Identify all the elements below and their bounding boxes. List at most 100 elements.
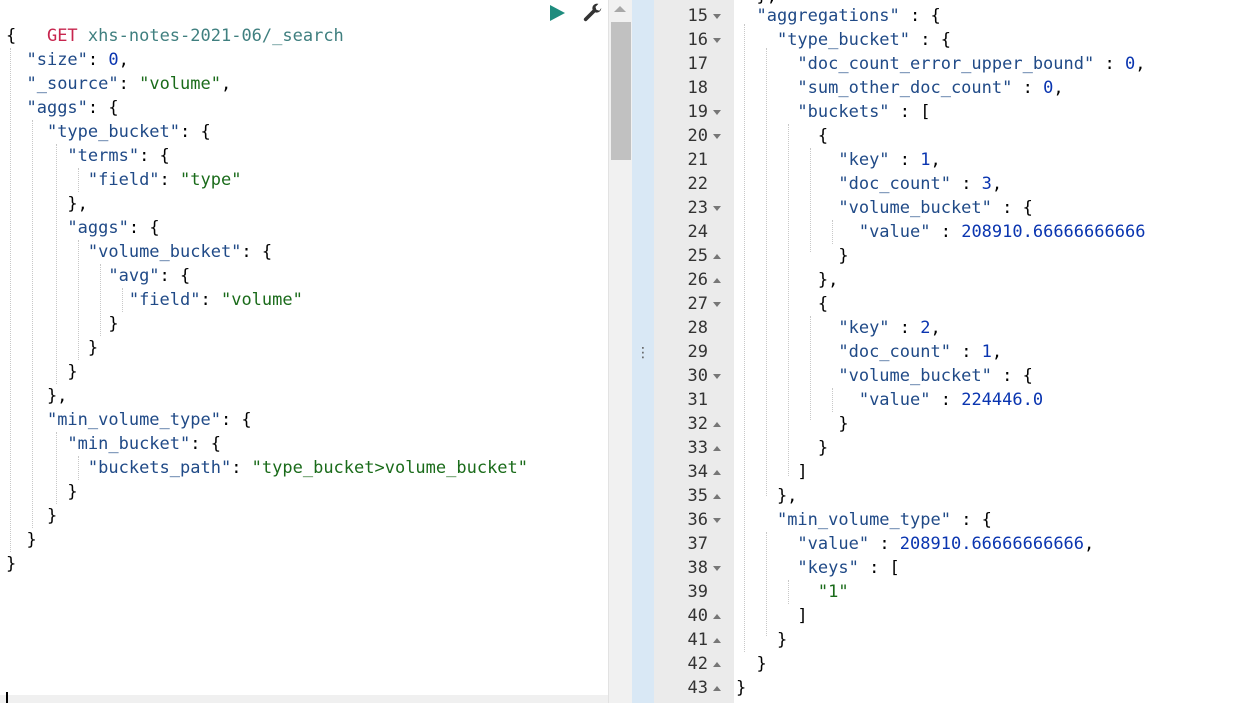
line-number: 18 xyxy=(687,78,708,98)
request-body-line[interactable]: "terms": { xyxy=(6,144,169,168)
request-body-line[interactable]: "type_bucket": { xyxy=(6,120,211,144)
line-number: 23 xyxy=(687,198,708,218)
request-body-line[interactable]: } xyxy=(6,360,77,384)
pane-splitter[interactable]: ⋮ xyxy=(632,0,654,703)
line-number: 16 xyxy=(687,30,708,50)
response-line: } xyxy=(736,414,849,434)
response-line: "doc_count" : 1, xyxy=(838,342,1003,362)
fold-caret-down-icon[interactable] xyxy=(712,4,722,28)
indent-guide xyxy=(832,388,833,412)
request-body-line[interactable]: "min_bucket": { xyxy=(6,432,221,456)
request-body-line[interactable]: "avg": { xyxy=(6,264,190,288)
fold-caret-up-icon[interactable] xyxy=(712,436,722,460)
fold-caret-down-icon[interactable] xyxy=(712,100,722,124)
request-body-line[interactable]: "aggs": { xyxy=(6,216,159,240)
request-body-line[interactable]: } xyxy=(6,480,77,504)
line-number: 25 xyxy=(687,246,708,266)
line-number: 20 xyxy=(687,126,708,146)
response-line: ] xyxy=(736,606,808,626)
request-body-line[interactable]: "buckets_path": "type_bucket>volume_buck… xyxy=(6,456,528,480)
scrollbar-thumb[interactable] xyxy=(611,22,631,160)
response-line: "1" xyxy=(817,582,849,602)
line-number: 41 xyxy=(687,630,708,650)
response-line: "type_bucket" : { xyxy=(776,30,951,50)
request-body-line[interactable]: "_source": "volume", xyxy=(6,72,231,96)
request-body-line[interactable]: } xyxy=(6,504,57,528)
fold-caret-up-icon[interactable] xyxy=(712,628,722,652)
line-number: 30 xyxy=(687,366,708,386)
fold-caret-up-icon[interactable] xyxy=(712,244,722,268)
line-number: 21 xyxy=(687,150,708,170)
fold-caret-up-icon[interactable] xyxy=(712,460,722,484)
line-number: 19 xyxy=(687,102,708,122)
http-method: GET xyxy=(46,26,78,46)
response-line: "aggregations" : { xyxy=(756,6,941,26)
line-number: 28 xyxy=(687,318,708,338)
play-icon[interactable] xyxy=(548,4,566,22)
response-line: } xyxy=(736,438,829,458)
request-vertical-scrollbar[interactable] xyxy=(608,0,632,703)
response-line: } xyxy=(736,246,849,266)
line-number: 36 xyxy=(687,510,708,530)
line-number: 35 xyxy=(687,486,708,506)
fold-caret-up-icon[interactable] xyxy=(712,604,722,628)
line-number: 38 xyxy=(687,558,708,578)
response-line: "doc_count_error_upper_bound" : 0, xyxy=(797,54,1146,74)
response-line: } xyxy=(736,678,747,698)
text-cursor xyxy=(6,692,8,703)
request-body-line[interactable]: } xyxy=(6,312,118,336)
request-body-line[interactable]: }, xyxy=(6,384,67,408)
line-number: 15 xyxy=(687,6,708,26)
line-number: 29 xyxy=(687,342,708,362)
request-body-line[interactable]: } xyxy=(6,552,16,576)
vertical-ellipsis-icon: ⋮ xyxy=(636,345,650,361)
fold-caret-up-icon[interactable] xyxy=(712,676,722,700)
line-number: 31 xyxy=(687,390,708,410)
request-body-line[interactable]: "aggs": { xyxy=(6,96,118,120)
fold-caret-up-icon[interactable] xyxy=(712,412,722,436)
request-body-line[interactable]: "field": "type" xyxy=(6,168,242,192)
scroll-up-arrow-icon[interactable] xyxy=(614,6,626,12)
response-line: "value" : 208910.66666666666 xyxy=(858,222,1146,242)
request-line[interactable]: GET xhs-notes-2021-06/_search xyxy=(6,0,344,46)
fold-caret-up-icon[interactable] xyxy=(712,268,722,292)
horizontal-scrollbar[interactable] xyxy=(0,695,608,703)
request-body-line[interactable]: { xyxy=(6,24,16,48)
request-body-line[interactable]: } xyxy=(6,336,98,360)
request-body-line[interactable]: "min_volume_type": { xyxy=(6,408,252,432)
request-body-line[interactable]: }, xyxy=(6,192,87,216)
fold-caret-down-icon[interactable] xyxy=(712,364,722,388)
fold-caret-down-icon[interactable] xyxy=(712,292,722,316)
fold-caret-down-icon[interactable] xyxy=(712,556,722,580)
request-editor[interactable]: GET xhs-notes-2021-06/_search { "size": … xyxy=(0,0,608,703)
fold-caret-up-icon[interactable] xyxy=(712,652,722,676)
indent-guide xyxy=(744,24,745,652)
response-line: { xyxy=(736,294,829,314)
line-number: 26 xyxy=(687,270,708,290)
fold-caret-down-icon[interactable] xyxy=(712,28,722,52)
fold-caret-down-icon[interactable] xyxy=(712,124,722,148)
line-number: 24 xyxy=(687,222,708,242)
request-body-line[interactable]: } xyxy=(6,528,36,552)
indent-guide xyxy=(810,316,811,420)
line-number: 17 xyxy=(687,54,708,74)
wrench-icon[interactable] xyxy=(582,3,604,25)
response-line: } xyxy=(736,654,767,674)
response-line: "value" : 208910.66666666666, xyxy=(797,534,1095,554)
response-viewer[interactable]: },15 "aggregations" : {16 "type_bucket" … xyxy=(654,0,1240,703)
line-number: 22 xyxy=(687,174,708,194)
indent-guide xyxy=(766,532,767,636)
line-number: 42 xyxy=(687,654,708,674)
response-line: "doc_count" : 3, xyxy=(838,174,1003,194)
request-body-line[interactable]: "field": "volume" xyxy=(6,288,303,312)
request-body-line[interactable]: "size": 0, xyxy=(6,48,128,72)
response-line: "volume_bucket" : { xyxy=(838,366,1033,386)
request-body-line[interactable]: "volume_bucket": { xyxy=(6,240,272,264)
response-line: "value" : 224446.0 xyxy=(858,390,1044,410)
fold-caret-down-icon[interactable] xyxy=(712,196,722,220)
fold-caret-up-icon[interactable] xyxy=(712,484,722,508)
fold-caret-down-icon[interactable] xyxy=(712,508,722,532)
line-number: 33 xyxy=(687,438,708,458)
line-number: 40 xyxy=(687,606,708,626)
line-number: 32 xyxy=(687,414,708,434)
